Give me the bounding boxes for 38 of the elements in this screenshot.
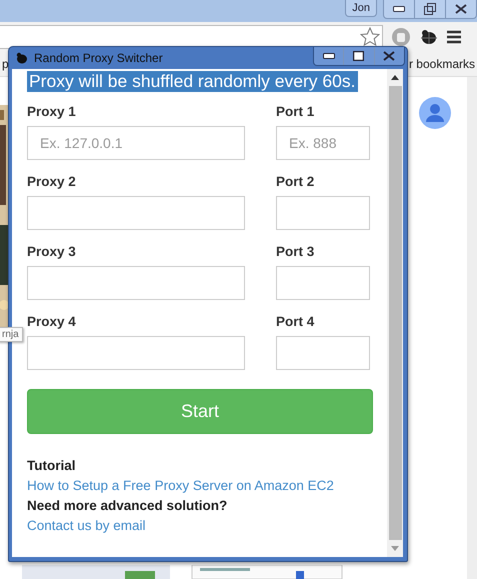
profile-button[interactable]: Jon xyxy=(345,0,377,17)
minimize-icon xyxy=(393,6,405,12)
avatar-icon[interactable] xyxy=(419,97,451,129)
close-icon xyxy=(455,4,467,14)
port-field[interactable]: Ex. 888 xyxy=(276,126,370,160)
bookmark-item[interactable]: p xyxy=(0,57,11,71)
port-field[interactable] xyxy=(276,266,370,300)
proxy-field[interactable]: Ex. 127.0.0.1 xyxy=(27,126,245,160)
field-label: Port 1 xyxy=(276,104,316,119)
field-label: Port 3 xyxy=(276,244,316,259)
minimize-icon xyxy=(322,53,335,59)
bug-icon xyxy=(15,52,29,64)
scroll-up-icon[interactable] xyxy=(391,75,399,80)
proxy-field[interactable] xyxy=(27,336,245,370)
field-label: Proxy 1 xyxy=(27,104,77,119)
proxy-field[interactable] xyxy=(27,196,245,230)
tutorial-heading: Tutorial xyxy=(27,457,76,475)
field-label: Proxy 4 xyxy=(27,314,77,329)
contact-link[interactable]: Contact us by email xyxy=(27,518,146,533)
restore-icon xyxy=(424,3,436,15)
tutorial-link[interactable]: How to Setup a Free Proxy Server on Amazon EC2 xyxy=(27,478,334,493)
scroll-thumb[interactable] xyxy=(388,86,402,540)
field-label: Proxy 2 xyxy=(27,174,77,189)
tooltip: rnja xyxy=(0,327,23,342)
port-field[interactable] xyxy=(276,336,370,370)
field-label: Port 2 xyxy=(276,174,316,189)
proxy-field[interactable] xyxy=(27,266,245,300)
field-label: Proxy 3 xyxy=(27,244,77,259)
advanced-heading: Need more advanced solution? xyxy=(27,497,228,515)
bug-icon[interactable] xyxy=(419,28,439,46)
window-title: Random Proxy Switcher xyxy=(34,51,164,65)
banner-text: Proxy will be shuffled randomly every 60s. xyxy=(27,71,358,92)
field-label: Port 4 xyxy=(276,314,316,329)
menu-icon[interactable] xyxy=(447,30,461,44)
close-icon xyxy=(383,51,396,61)
star-icon[interactable] xyxy=(360,27,380,47)
port-field[interactable] xyxy=(276,196,370,230)
bookmarks-label[interactable]: r bookmarks xyxy=(406,57,477,71)
